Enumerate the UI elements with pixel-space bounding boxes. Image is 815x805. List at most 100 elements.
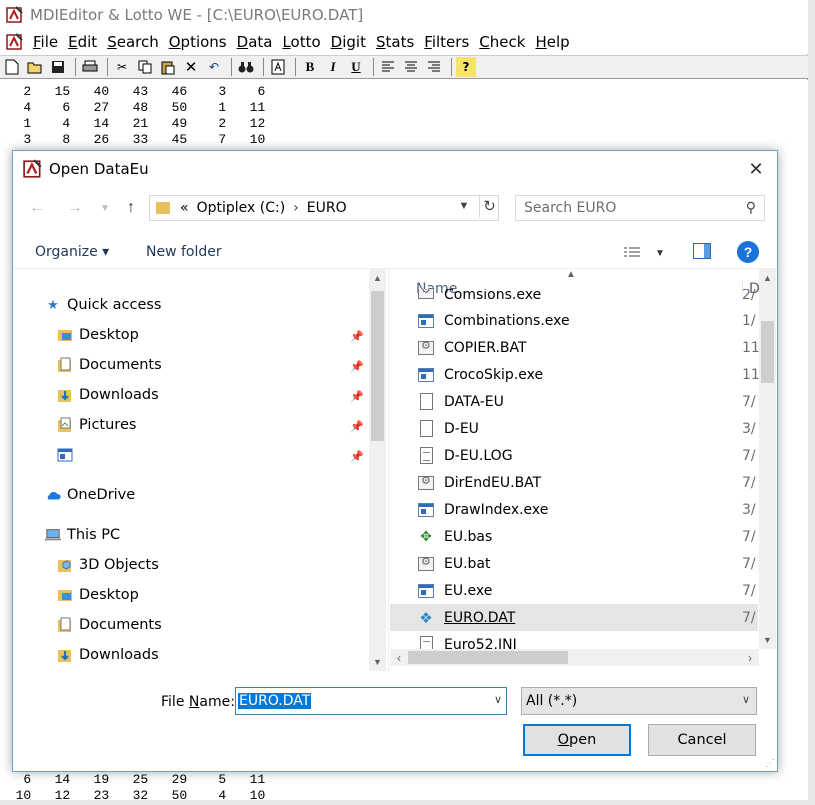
align-left-icon[interactable]: [378, 57, 398, 77]
file-row[interactable]: EU.bat 7/: [390, 550, 758, 577]
nav-3d-objects[interactable]: 3D Objects: [57, 553, 159, 577]
file-row[interactable]: DATA-EU 7/: [390, 388, 758, 415]
align-right-icon[interactable]: [424, 57, 444, 77]
nav-this-pc[interactable]: This PC: [45, 523, 120, 547]
pin-icon[interactable]: 📌: [350, 389, 364, 403]
back-arrow-icon[interactable]: ←: [27, 197, 47, 219]
breadcrumb-euro[interactable]: EURO: [307, 200, 347, 216]
up-arrow-icon[interactable]: ↑: [121, 197, 141, 219]
file-name-input[interactable]: EURO.DAT ∨: [235, 687, 507, 715]
pin-icon[interactable]: 📌: [350, 329, 364, 343]
file-row-partial[interactable]: Comsions.exe 2/: [390, 289, 758, 307]
scroll-up-icon[interactable]: ▲: [369, 269, 386, 287]
close-icon[interactable]: ✕: [741, 155, 771, 183]
file-row[interactable]: ✥ EU.bas 7/: [390, 523, 758, 550]
menu-digit[interactable]: Digit: [326, 33, 371, 51]
copy-icon[interactable]: [135, 57, 155, 77]
breadcrumb-chevron-icon[interactable]: ›: [293, 200, 299, 216]
bold-button[interactable]: B: [300, 57, 320, 77]
recent-locations-chevron-icon[interactable]: ▼: [95, 197, 115, 219]
nav-onedrive[interactable]: OneDrive: [45, 483, 135, 507]
resize-grip-icon[interactable]: ⋰: [765, 758, 775, 769]
italic-button[interactable]: I: [323, 57, 343, 77]
pin-icon[interactable]: 📌: [350, 419, 364, 433]
mdi-document-icon[interactable]: [6, 33, 24, 51]
pin-icon[interactable]: 📌: [350, 359, 364, 373]
align-center-icon[interactable]: [401, 57, 421, 77]
scroll-thumb[interactable]: [408, 651, 568, 664]
nav-documents[interactable]: Documents: [57, 353, 162, 377]
menu-filters[interactable]: Filters: [419, 33, 474, 51]
file-row-partial[interactable]: Euro52.INI: [390, 631, 758, 649]
menu-edit[interactable]: Edit: [63, 33, 102, 51]
file-row[interactable]: Combinations.exe 1/: [390, 307, 758, 334]
nav-documents-pc[interactable]: Documents: [57, 613, 162, 637]
print-icon[interactable]: [80, 57, 100, 77]
refresh-icon[interactable]: ↻: [479, 194, 499, 218]
new-file-icon[interactable]: [2, 57, 22, 77]
file-list-horizontal-scrollbar[interactable]: ‹ ›: [390, 649, 759, 666]
nav-downloads[interactable]: Downloads: [57, 383, 159, 407]
menu-help[interactable]: Help: [530, 33, 574, 51]
file-name-label: File Name:: [161, 694, 235, 710]
scroll-left-icon[interactable]: ‹: [390, 649, 408, 666]
menu-data-rest: ata: [248, 33, 273, 51]
help-icon[interactable]: ?: [737, 241, 759, 263]
delete-icon[interactable]: ✕: [181, 57, 201, 77]
file-row-selected[interactable]: ❖ EURO.DAT 7/: [390, 604, 758, 631]
change-view-button[interactable]: ▼: [623, 243, 667, 263]
scroll-up-icon[interactable]: ▲: [759, 269, 776, 287]
file-row[interactable]: DrawIndex.exe 3/: [390, 496, 758, 523]
cancel-button[interactable]: Cancel: [648, 724, 756, 756]
nav-quick-access[interactable]: ★ Quick access: [45, 293, 161, 317]
scroll-thumb[interactable]: [371, 291, 384, 441]
scroll-down-icon[interactable]: ▼: [369, 653, 386, 671]
menu-options[interactable]: Options: [164, 33, 232, 51]
menu-file[interactable]: File: [28, 33, 63, 51]
menu-data[interactable]: Data: [232, 33, 278, 51]
scroll-down-icon[interactable]: ▼: [759, 631, 776, 649]
cut-icon[interactable]: ✂: [112, 57, 132, 77]
nav-downloads-pc[interactable]: Downloads: [57, 643, 159, 667]
search-input[interactable]: Search EURO ⚲: [515, 195, 765, 221]
font-icon[interactable]: [268, 57, 288, 77]
open-button[interactable]: Open: [523, 724, 631, 756]
undo-icon[interactable]: ↶: [204, 57, 224, 77]
open-folder-icon[interactable]: [25, 57, 45, 77]
breadcrumb-drive[interactable]: Optiplex (C:): [197, 200, 286, 216]
nav-desktop[interactable]: Desktop: [57, 323, 139, 347]
help-icon[interactable]: ?: [456, 57, 476, 77]
menu-check[interactable]: Check: [474, 33, 530, 51]
file-row[interactable]: D-EU 3/: [390, 415, 758, 442]
file-row[interactable]: D-EU.LOG 7/: [390, 442, 758, 469]
new-folder-button[interactable]: New folder: [146, 244, 222, 260]
menu-stats[interactable]: Stats: [371, 33, 419, 51]
chevron-down-icon[interactable]: ∨: [742, 693, 750, 706]
underline-button[interactable]: U: [346, 57, 366, 77]
forward-arrow-icon[interactable]: →: [65, 197, 85, 219]
file-row[interactable]: CrocoSkip.exe 11: [390, 361, 760, 388]
nav-desktop-pc[interactable]: Desktop: [57, 583, 139, 607]
preview-pane-icon[interactable]: [693, 243, 711, 259]
scroll-thumb[interactable]: [761, 321, 774, 383]
file-row[interactable]: EU.exe 7/: [390, 577, 758, 604]
save-icon[interactable]: [48, 57, 68, 77]
breadcrumb-overflow[interactable]: «: [180, 200, 189, 216]
chevron-down-icon[interactable]: ∨: [494, 693, 502, 706]
file-row[interactable]: DirEndEU.BAT 7/: [390, 469, 758, 496]
menu-search[interactable]: Search: [102, 33, 164, 51]
address-dropdown-icon[interactable]: ▼: [453, 195, 475, 217]
address-bar[interactable]: « Optiplex (C:) › EURO: [149, 195, 499, 221]
scroll-right-icon[interactable]: ›: [741, 649, 759, 666]
nav-app-shortcut[interactable]: [57, 443, 79, 467]
file-row[interactable]: COPIER.BAT 11: [390, 334, 760, 361]
nav-pictures[interactable]: Pictures: [57, 413, 136, 437]
find-binoculars-icon[interactable]: [236, 57, 256, 77]
pin-icon[interactable]: 📌: [350, 449, 364, 463]
nav-scrollbar[interactable]: ▲ ▼: [369, 269, 386, 671]
organize-button[interactable]: Organize ▾: [35, 244, 109, 260]
file-list-vertical-scrollbar[interactable]: ▲ ▼: [759, 269, 776, 649]
file-type-select[interactable]: All (*.*) ∨: [521, 687, 757, 715]
paste-icon[interactable]: [158, 57, 178, 77]
menu-lotto[interactable]: Lotto: [277, 33, 325, 51]
